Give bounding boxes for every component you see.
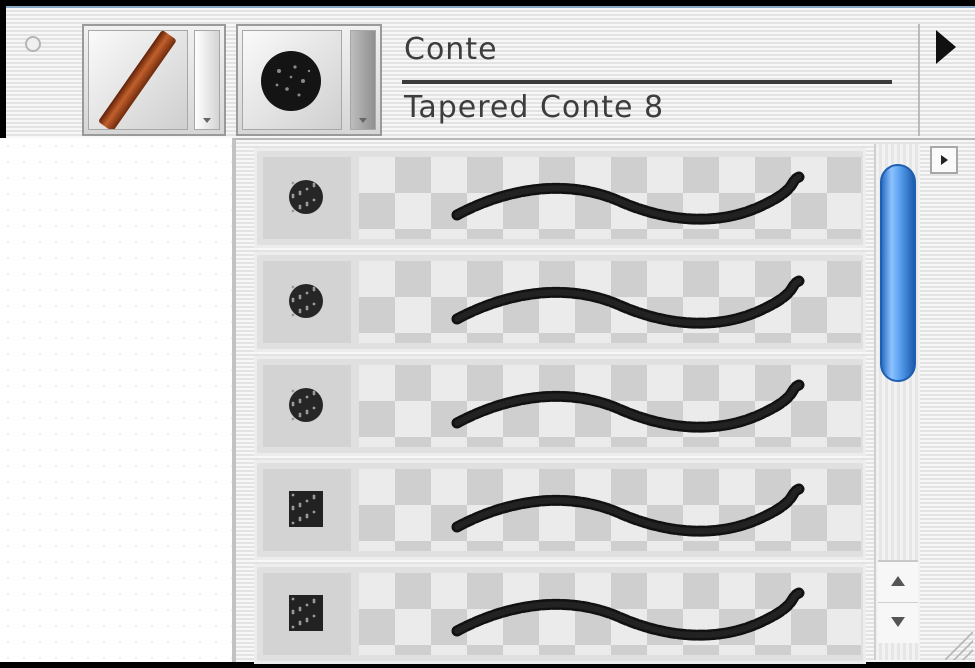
round-dab-icon [289,180,323,214]
resize-grip-icon[interactable] [945,632,973,660]
stroke-path [451,379,805,433]
stroke-path [451,275,805,329]
square-dab-icon [289,595,323,631]
arrow-up-icon [891,576,905,586]
brush-name-labels: Conte Tapered Conte 8 [392,24,920,136]
arrow-down-icon [891,617,905,627]
brush-variant-dropdown [232,138,975,664]
round-dab-icon [289,388,323,422]
brush-category-picker[interactable] [82,24,226,136]
variant-row[interactable] [254,252,866,352]
variant-row[interactable] [254,148,866,248]
triangle-right-icon [941,155,948,165]
variant-row[interactable] [254,356,866,456]
canvas-area [0,138,232,662]
variant-menu-button[interactable] [930,146,958,174]
stroke-path [451,171,805,225]
stroke-preview [359,573,861,655]
dab-thumbnail [263,573,351,655]
stroke-preview [359,157,861,239]
variant-row[interactable] [254,564,866,664]
stroke-path [451,587,805,641]
scroll-down-button[interactable] [878,602,918,643]
panel-grip-icon[interactable] [25,36,41,52]
stroke-preview [359,261,861,343]
brush-selector-bar: Conte Tapered Conte 8 [6,6,975,138]
dab-thumbnail [263,469,351,551]
variant-list [254,148,866,668]
conte-stick-icon [88,30,188,131]
brush-variant-name: Tapered Conte 8 [404,90,665,125]
category-dropdown-tab[interactable] [194,30,220,130]
vertical-scrollbar[interactable] [874,144,920,660]
scroll-up-button[interactable] [878,560,918,602]
variant-dropdown-tab[interactable] [350,30,376,130]
square-dab-icon [289,491,323,527]
brush-dab-icon [242,30,342,130]
round-dab-icon [289,284,323,318]
dab-thumbnail [263,157,351,239]
label-divider [402,80,892,84]
stroke-path [451,483,805,537]
brush-variant-picker[interactable] [236,24,382,136]
brush-category-name: Conte [404,32,498,67]
dab-thumbnail [263,261,351,343]
dab-thumbnail [263,365,351,447]
stroke-preview [359,469,861,551]
stroke-preview [359,365,861,447]
triangle-right-icon[interactable] [936,30,956,64]
variant-row[interactable] [254,460,866,560]
scroll-thumb[interactable] [880,164,916,382]
